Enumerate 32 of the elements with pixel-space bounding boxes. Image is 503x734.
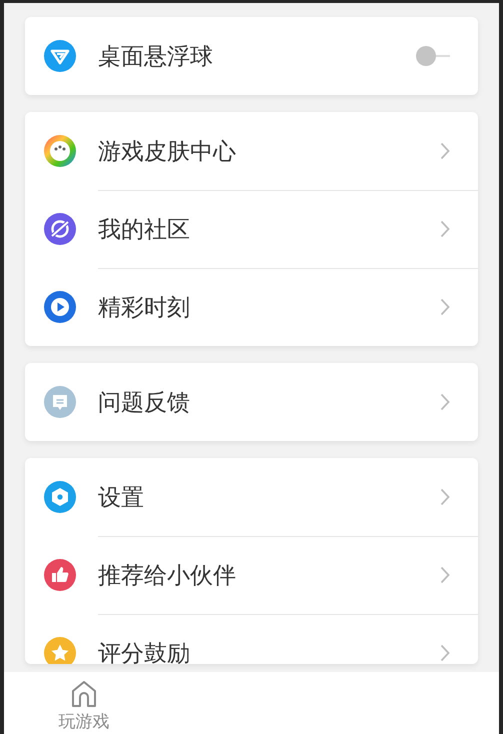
shield-icon: [44, 40, 76, 72]
row-label: 问题反馈: [98, 388, 191, 418]
settings-row[interactable]: 问题反馈: [25, 363, 478, 441]
row-label: 推荐给小伙伴: [98, 562, 237, 590]
home-icon: [69, 680, 99, 708]
chevron-right-icon: [440, 298, 450, 316]
row-label: 精彩时刻: [98, 294, 191, 322]
message-icon: [44, 386, 76, 418]
row-label: 设置: [98, 484, 145, 512]
toggle-switch[interactable]: [416, 46, 450, 66]
play-icon: [44, 291, 76, 323]
chevron-right-icon: [440, 142, 450, 160]
chevron-right-icon: [440, 488, 450, 506]
row-label: 游戏皮肤中心: [98, 138, 237, 166]
settings-icon: [44, 481, 76, 513]
chevron-right-icon: [440, 393, 450, 411]
palette-icon: [44, 135, 76, 167]
chevron-right-icon: [440, 220, 450, 238]
row-label: 我的社区: [98, 216, 191, 244]
settings-row[interactable]: 精彩时刻: [25, 268, 478, 346]
settings-row[interactable]: 评分鼓励: [25, 614, 478, 664]
chevron-right-icon: [440, 566, 450, 584]
settings-row[interactable]: 桌面悬浮球: [25, 17, 478, 95]
tab-label: 玩游戏: [58, 711, 110, 733]
settings-row[interactable]: 设置: [25, 458, 478, 536]
row-label: 评分鼓励: [98, 640, 191, 664]
settings-row[interactable]: 推荐给小伙伴: [25, 536, 478, 614]
chevron-right-icon: [440, 644, 450, 662]
row-label: 桌面悬浮球: [98, 42, 214, 72]
settings-row[interactable]: 游戏皮肤中心: [25, 112, 478, 190]
thumbs-up-icon: [44, 559, 76, 591]
settings-row[interactable]: 我的社区: [25, 190, 478, 268]
